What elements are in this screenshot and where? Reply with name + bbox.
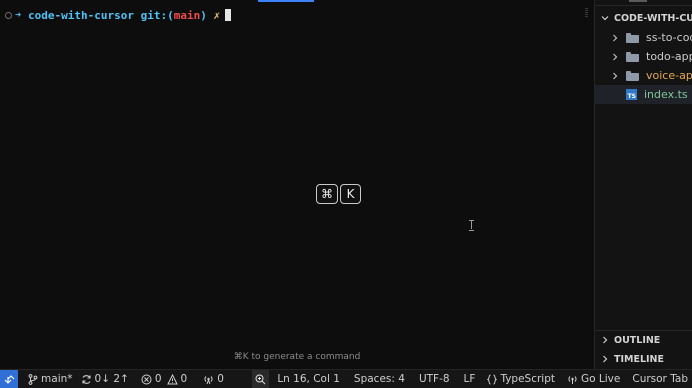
- outline-section-header[interactable]: OUTLINE: [595, 331, 692, 349]
- outline-label: OUTLINE: [614, 334, 661, 346]
- explorer-root-label: CODE-WITH-CURSOR: [614, 12, 692, 24]
- eol-label: LF: [463, 373, 476, 385]
- warning-count: 0: [180, 373, 188, 385]
- ports-count: 0: [217, 373, 224, 385]
- k-key: K: [340, 184, 361, 204]
- tree-item-label: ss-to-code: [646, 31, 692, 44]
- remote-window-button[interactable]: [0, 370, 19, 388]
- folder-icon: [626, 70, 639, 81]
- prompt-dirty-marker: ✗: [213, 8, 221, 22]
- sync-icon: [81, 374, 91, 384]
- language-label: TypeScript: [500, 373, 556, 385]
- tree-item-label: index.ts: [644, 88, 688, 101]
- explorer-root-header[interactable]: CODE-WITH-CURSOR: [595, 9, 692, 27]
- status-bar: main* 0↓ 2↑ 0 0 0 Ln 16, Col 1 Spaces: 4…: [0, 369, 692, 388]
- explorer-sidebar: CODE-WITH-CURSOR ss-to-code todo-app voi…: [594, 0, 692, 369]
- language-mode-item[interactable]: TypeScript: [483, 370, 559, 388]
- git-branch-item[interactable]: main*: [24, 370, 77, 388]
- prompt-directory: code-with-cursor: [28, 8, 134, 22]
- error-icon: [141, 374, 152, 384]
- typescript-file-icon: TS: [626, 89, 637, 100]
- sync-item[interactable]: 0↓ 2↑: [77, 370, 133, 388]
- text-cursor-icon: [469, 220, 474, 231]
- eol-item[interactable]: LF: [460, 370, 480, 388]
- zoom-button[interactable]: [251, 370, 270, 388]
- prompt-git-close: ): [200, 8, 207, 22]
- prompt-git-label: git:(: [140, 8, 174, 22]
- chevron-right-icon: [611, 34, 619, 42]
- terminal-tab-indicator: [258, 0, 314, 2]
- terminal-cursor[interactable]: [225, 9, 232, 21]
- encoding-label: UTF-8: [418, 373, 450, 385]
- command-key: ⌘: [316, 184, 338, 204]
- braces-icon: [487, 374, 498, 384]
- chevron-right-icon: [601, 336, 609, 344]
- cursor-tab-label: Cursor Tab: [632, 373, 688, 385]
- go-live-icon: [568, 375, 577, 384]
- remote-icon: [4, 374, 14, 384]
- tree-item-voice-app[interactable]: voice-app: [595, 66, 692, 85]
- problems-item[interactable]: 0 0: [137, 370, 191, 388]
- indentation-item[interactable]: Spaces: 4: [350, 370, 409, 388]
- ports-item[interactable]: 0: [199, 370, 228, 388]
- go-live-item[interactable]: Go Live: [563, 370, 624, 388]
- tree-item-index-ts[interactable]: TS index.ts: [595, 85, 692, 104]
- generate-command-hint: ⌘K to generate a command: [233, 352, 361, 362]
- warning-icon: [166, 373, 178, 384]
- terminal-panel[interactable]: ➜ code-with-cursor git:(main) ✗ ⌘ K ⌘K t…: [0, 0, 594, 369]
- folder-icon: [626, 51, 639, 62]
- sync-status: 0↓ 2↑: [94, 373, 129, 385]
- tree-item-label: todo-app: [646, 50, 692, 63]
- terminal-prompt: ➜ code-with-cursor git:(main) ✗: [5, 8, 232, 22]
- shortcut-hint: ⌘ K: [316, 184, 361, 204]
- terminal-drag-handle[interactable]: [585, 8, 588, 17]
- chevron-right-icon: [611, 53, 619, 61]
- prompt-branch: main: [173, 8, 201, 22]
- git-branch-label: main*: [41, 373, 73, 385]
- sidebar-tab-indicator: [629, 0, 647, 2]
- sidebar-divider-top: [595, 5, 692, 6]
- git-branch-icon: [28, 373, 38, 385]
- encoding-item[interactable]: UTF-8: [415, 370, 454, 388]
- indentation-label: Spaces: 4: [353, 373, 405, 385]
- timeline-section-header[interactable]: TIMELINE: [595, 350, 692, 368]
- cursor-position: Ln 16, Col 1: [277, 373, 340, 385]
- prompt-status-circle-icon: [5, 11, 12, 19]
- tree-item-todo-app[interactable]: todo-app: [595, 47, 692, 66]
- chevron-right-icon: [601, 355, 609, 363]
- broadcast-icon: [204, 375, 213, 384]
- timeline-label: TIMELINE: [614, 353, 664, 365]
- prompt-arrow-icon: ➜: [15, 9, 22, 21]
- chevron-right-icon: [611, 72, 619, 80]
- cursor-position-item[interactable]: Ln 16, Col 1: [273, 370, 344, 388]
- tree-item-ss-to-code[interactable]: ss-to-code: [595, 28, 692, 47]
- error-count: 0: [154, 373, 162, 385]
- tree-item-label: voice-app: [646, 69, 692, 82]
- chevron-down-icon: [601, 14, 609, 22]
- zoom-in-icon: [255, 374, 266, 384]
- go-live-label: Go Live: [581, 373, 621, 385]
- cursor-tab-item[interactable]: Cursor Tab: [628, 370, 692, 388]
- folder-icon: [626, 32, 639, 43]
